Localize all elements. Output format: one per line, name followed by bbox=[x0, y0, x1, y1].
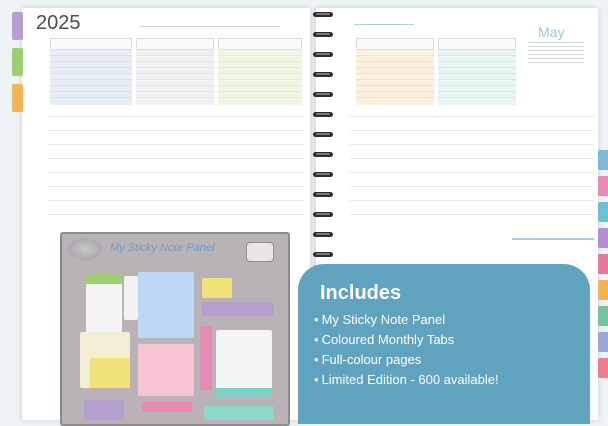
section-rule bbox=[512, 238, 594, 240]
sticky-panel-logo bbox=[246, 242, 274, 262]
sticky-note-aqua bbox=[216, 330, 272, 398]
includes-list: My Sticky Note Panel Coloured Monthly Ta… bbox=[314, 310, 499, 390]
header-rule bbox=[354, 24, 414, 25]
day-column-header bbox=[438, 38, 516, 50]
month-tab[interactable] bbox=[598, 358, 608, 378]
day-column bbox=[50, 50, 132, 105]
sticky-note-panel: My Sticky Note Panel bbox=[60, 232, 290, 426]
sticky-note-lilac bbox=[84, 400, 124, 420]
sticky-note-pink bbox=[138, 344, 194, 396]
sticky-panel-title: My Sticky Note Panel bbox=[110, 242, 215, 254]
sticky-note-green-bookmark bbox=[86, 274, 122, 336]
includes-item: Limited Edition - 600 available! bbox=[314, 370, 499, 390]
sticky-note-blue bbox=[138, 272, 194, 338]
header-rule bbox=[140, 26, 280, 27]
day-column-header bbox=[218, 38, 302, 50]
sticky-note-purple bbox=[202, 302, 274, 316]
month-tab[interactable] bbox=[598, 228, 608, 248]
month-tab[interactable] bbox=[598, 150, 608, 170]
right-page-notes bbox=[350, 116, 594, 228]
day-column-header bbox=[50, 38, 132, 50]
paint-splash-graphic bbox=[68, 238, 102, 260]
month-tab[interactable] bbox=[598, 176, 608, 196]
includes-item: Full-colour pages bbox=[314, 350, 499, 370]
sticky-note-yellow bbox=[90, 358, 130, 388]
month-tab[interactable] bbox=[598, 306, 608, 326]
month-tab[interactable] bbox=[598, 202, 608, 222]
includes-title: Includes bbox=[320, 282, 402, 304]
month-tab[interactable] bbox=[598, 280, 608, 300]
planner-tab-orange bbox=[12, 84, 23, 112]
day-column-header bbox=[136, 38, 214, 50]
day-column bbox=[136, 50, 214, 105]
mini-calendar bbox=[528, 42, 584, 68]
month-tab[interactable] bbox=[598, 332, 608, 352]
sticky-note-teal bbox=[204, 406, 274, 420]
planner-tab-purple bbox=[12, 12, 23, 40]
planner-month: May bbox=[538, 24, 565, 40]
day-column-header bbox=[356, 38, 434, 50]
left-page-notes bbox=[48, 116, 304, 228]
planner-year: 2025 bbox=[36, 12, 81, 34]
includes-item: Coloured Monthly Tabs bbox=[314, 330, 499, 350]
sticky-note-pink-strip bbox=[200, 326, 212, 390]
day-column bbox=[438, 50, 516, 105]
day-column bbox=[218, 50, 302, 105]
sticky-note-white bbox=[124, 276, 138, 320]
month-tab[interactable] bbox=[598, 254, 608, 274]
sticky-note-yellow-flag bbox=[202, 278, 232, 298]
includes-item: My Sticky Note Panel bbox=[314, 310, 499, 330]
planner-tab-green bbox=[12, 48, 23, 76]
day-column bbox=[356, 50, 434, 105]
includes-panel: Includes My Sticky Note Panel Coloured M… bbox=[298, 264, 590, 424]
sticky-note-pink-banner bbox=[142, 402, 192, 412]
